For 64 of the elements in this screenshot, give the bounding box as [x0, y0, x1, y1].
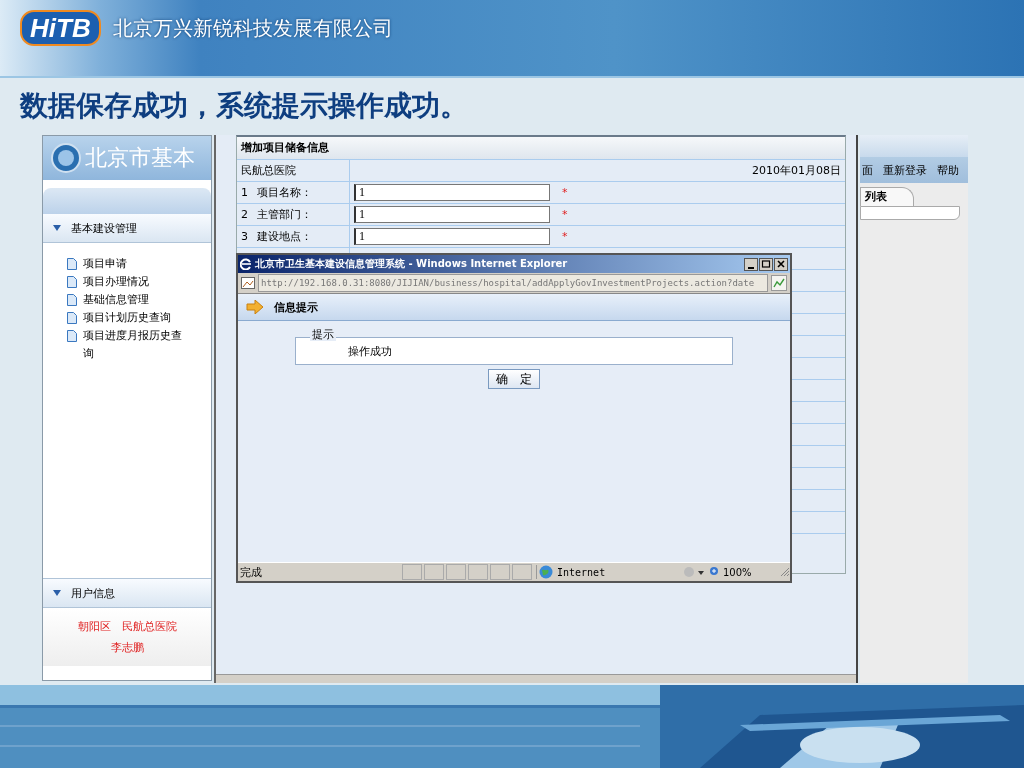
section-header[interactable]: 用户信息 — [43, 578, 211, 608]
document-icon — [67, 312, 77, 324]
menu-item[interactable]: 基础信息管理 — [83, 291, 149, 309]
menu-item[interactable]: 项目进度月报历史查询 — [83, 327, 185, 363]
slide-title: 数据保存成功，系统提示操作成功。 — [20, 88, 469, 124]
company-name: 北京万兴新锐科技发展有限公司 — [112, 14, 393, 42]
input-field[interactable]: 1 — [354, 206, 550, 223]
window-title: 北京市卫生基本建设信息管理系统 - Windows Internet Explorer — [255, 257, 569, 271]
document-icon — [67, 294, 77, 306]
globe-icon — [539, 565, 553, 579]
tab[interactable]: 列表 — [860, 187, 914, 206]
required-mark: * — [562, 186, 568, 199]
page-icon — [241, 277, 255, 289]
date-text: 2010年01月08日 — [751, 163, 842, 179]
site-logo-text: 北京市基本 — [85, 144, 195, 172]
minimize-icon[interactable] — [744, 257, 758, 271]
zoom-control[interactable]: 100% — [709, 566, 761, 578]
address-field[interactable]: http://192.168.0.31:8080/JIJIAN/business/hospital/addApplyGovInvestmentProjects.action?date — [258, 274, 768, 292]
user-location: 朝阳区 民航总医院 — [77, 619, 177, 634]
status-pane — [446, 564, 466, 580]
resize-grip-icon[interactable] — [780, 567, 790, 577]
section-title: 基本建设管理 — [71, 220, 137, 236]
arrow-right-icon — [246, 300, 264, 314]
input-field[interactable]: 1 — [354, 228, 550, 245]
form-title: 增加项目储备信息 — [237, 137, 845, 159]
menu-item[interactable]: 项目办理情况 — [83, 273, 149, 291]
field-label: 3 建设地点： — [237, 226, 350, 247]
required-mark: * — [562, 208, 568, 221]
zone-text: Internet — [557, 566, 606, 578]
status-pane — [512, 564, 532, 580]
document-icon — [67, 330, 77, 342]
emblem-icon — [51, 143, 81, 173]
field-label: 2 主管部门： — [237, 204, 350, 225]
message-text: 操作成功 — [348, 343, 392, 359]
document-icon — [67, 258, 77, 270]
status-pane — [424, 564, 444, 580]
caret-icon — [53, 225, 61, 231]
status-text: 完成 — [239, 564, 263, 580]
close-icon[interactable] — [774, 257, 788, 271]
zoom-icon — [709, 566, 721, 578]
table-cell: 民航总医院 — [237, 160, 350, 181]
menu-link[interactable]: 帮助 — [937, 162, 959, 178]
user-name: 李志鹏 — [110, 640, 144, 655]
menu-link[interactable]: 重新登录 — [883, 162, 927, 178]
maximize-icon[interactable] — [759, 257, 773, 271]
input-field[interactable]: 1 — [354, 184, 550, 201]
logo: HiTB — [20, 10, 101, 46]
status-pane — [490, 564, 510, 580]
menu-item[interactable]: 项目计划历史查询 — [83, 309, 171, 327]
group-legend: 提示 — [310, 329, 336, 341]
panel-title: 信息提示 — [274, 299, 318, 315]
section-title: 用户信息 — [71, 585, 115, 601]
document-icon — [67, 276, 77, 288]
caret-icon — [53, 590, 61, 596]
status-pane — [468, 564, 488, 580]
browser-icon — [240, 258, 252, 270]
section-header[interactable]: 基本建设管理 — [43, 214, 211, 243]
ok-button[interactable]: 确 定 — [488, 369, 540, 389]
required-mark: * — [562, 230, 568, 243]
menu-item[interactable]: 项目申请 — [83, 255, 127, 273]
field-label: 1 项目名称： — [237, 182, 350, 203]
security-icon[interactable] — [683, 566, 705, 578]
status-pane — [402, 564, 422, 580]
menu-link[interactable]: 面 — [862, 162, 873, 178]
